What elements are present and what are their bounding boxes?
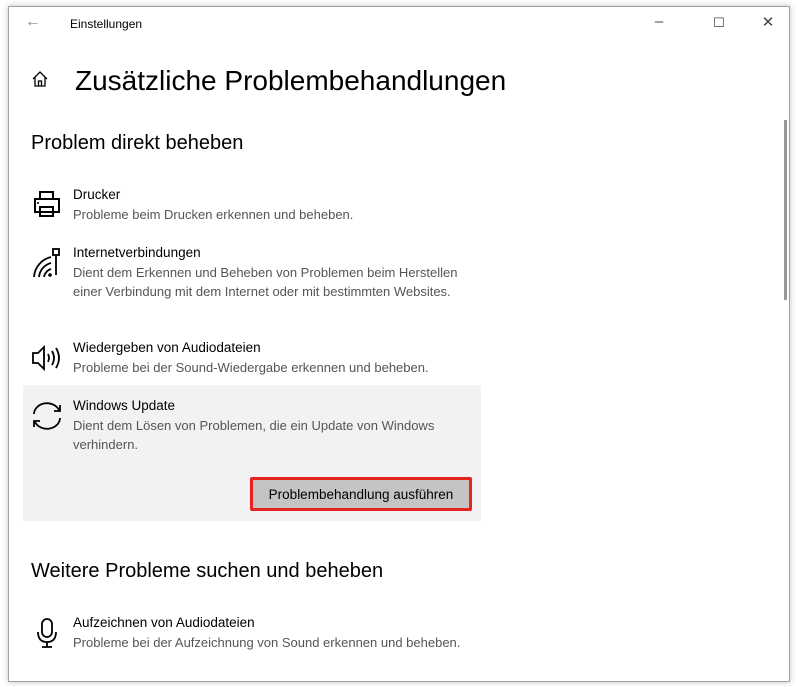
- network-icon: [33, 248, 60, 278]
- maximize-button[interactable]: ☐: [704, 15, 734, 31]
- settings-window: ← Einstellungen – ☐ ✕ Zusätzliche Proble…: [8, 6, 790, 682]
- item-description: Probleme beim Drucken erkennen und beheb…: [73, 207, 354, 222]
- item-title: Internetverbindungen: [73, 245, 201, 260]
- section-heading: Problem direkt beheben: [31, 132, 244, 154]
- item-description: Dient dem Lösen von Problemen, die ein U…: [73, 418, 435, 452]
- item-title: Drucker: [73, 187, 121, 202]
- item-description: Probleme bei der Sound-Wiedergabe erkenn…: [73, 360, 429, 375]
- run-troubleshooter-button[interactable]: Problembehandlung ausführen: [250, 477, 472, 511]
- item-description: Dient dem Erkennen und Beheben von Probl…: [73, 265, 458, 299]
- page-title: Zusätzliche Problembehandlungen: [75, 65, 507, 96]
- speaker-icon: [32, 344, 60, 372]
- item-title: Aufzeichnen von Audiodateien: [73, 615, 255, 630]
- printer-icon: [34, 191, 60, 217]
- minimize-button[interactable]: –: [644, 13, 674, 30]
- back-button[interactable]: ←: [25, 13, 41, 31]
- microphone-icon: [37, 618, 57, 648]
- title-bar: ← Einstellungen – ☐ ✕: [9, 7, 789, 41]
- refresh-icon: [33, 402, 61, 430]
- item-title: Windows Update: [73, 398, 176, 413]
- home-icon[interactable]: [31, 70, 49, 88]
- item-description: Probleme bei der Aufzeichnung von Sound …: [73, 635, 461, 650]
- troubleshooter-windows-update[interactable]: Windows Update Dient dem Lösen von Probl…: [23, 385, 481, 521]
- item-title: Wiedergeben von Audiodateien: [73, 340, 261, 355]
- scrollbar[interactable]: [784, 120, 787, 300]
- section-heading: Weitere Probleme suchen und beheben: [31, 560, 384, 582]
- close-button[interactable]: ✕: [753, 13, 783, 31]
- window-title: Einstellungen: [70, 17, 143, 31]
